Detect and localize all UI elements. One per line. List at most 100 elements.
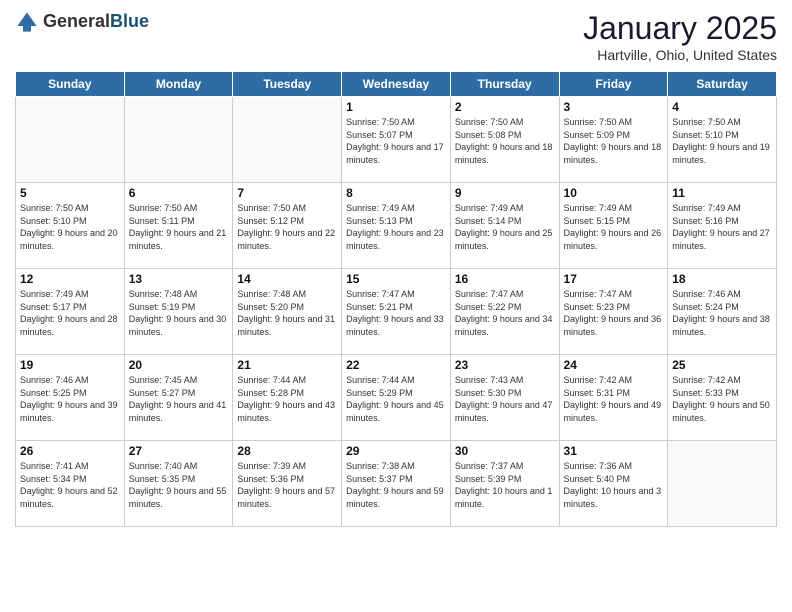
day-number: 15 [346,272,446,286]
day-number: 30 [455,444,555,458]
day-number: 20 [129,358,229,372]
cal-cell: 7Sunrise: 7:50 AM Sunset: 5:12 PM Daylig… [233,183,342,269]
cell-info: Sunrise: 7:50 AM Sunset: 5:11 PM Dayligh… [129,202,229,252]
title-block: January 2025 Hartville, Ohio, United Sta… [583,10,777,63]
cal-cell: 18 Sunrise: 7:46 AM Sunset: 5:24 PM Dayli… [668,269,777,355]
cal-cell: 14 Sunrise: 7:48 AM Sunset: 5:20 PM Dayli… [233,269,342,355]
cal-cell: 13 Sunrise: 7:48 AM Sunset: 5:19 PM Dayli… [124,269,233,355]
day-header-saturday: Saturday [668,72,777,97]
cell-info: Sunrise: 7:44 AM Sunset: 5:28 PM Dayligh… [237,374,337,424]
day-number: 17 [564,272,664,286]
cell-info: Sunrise: 7:49 AM Sunset: 5:14 PM Dayligh… [455,202,555,252]
day-number: 19 [20,358,120,372]
cal-cell: 26 Sunrise: 7:41 AM Sunset: 5:34 PM Dayli… [16,441,125,527]
cell-info: Sunrise: 7:49 AM Sunset: 5:13 PM Dayligh… [346,202,446,252]
cell-info: Sunrise: 7:50 AM Sunset: 5:10 PM Dayligh… [672,116,772,166]
day-number: 11 [672,186,772,200]
day-number: 22 [346,358,446,372]
cell-info: Sunrise: 7:46 AM Sunset: 5:24 PM Dayligh… [672,288,772,338]
logo-blue: Blue [110,12,149,32]
day-number: 27 [129,444,229,458]
cal-cell [233,97,342,183]
day-number: 9 [455,186,555,200]
cal-cell: 1Sunrise: 7:50 AM Sunset: 5:07 PM Daylig… [342,97,451,183]
day-header-wednesday: Wednesday [342,72,451,97]
calendar-table: SundayMondayTuesdayWednesdayThursdayFrid… [15,71,777,527]
day-number: 31 [564,444,664,458]
day-number: 3 [564,100,664,114]
calendar-week-3: 12 Sunrise: 7:49 AM Sunset: 5:17 PM Dayli… [16,269,777,355]
day-number: 29 [346,444,446,458]
cell-info: Sunrise: 7:39 AM Sunset: 5:36 PM Dayligh… [237,460,337,510]
cal-cell: 2 Sunrise: 7:50 AM Sunset: 5:08 PM Daylig… [450,97,559,183]
cell-info: Sunrise: 7:47 AM Sunset: 5:21 PM Dayligh… [346,288,446,338]
cell-info: Sunrise: 7:40 AM Sunset: 5:35 PM Dayligh… [129,460,229,510]
cal-cell: 19Sunrise: 7:46 AM Sunset: 5:25 PM Dayli… [16,355,125,441]
cell-info: Sunrise: 7:44 AM Sunset: 5:29 PM Dayligh… [346,374,446,424]
cal-cell: 16Sunrise: 7:47 AM Sunset: 5:22 PM Dayli… [450,269,559,355]
cal-cell: 5Sunrise: 7:50 AM Sunset: 5:10 PM Daylig… [16,183,125,269]
day-number: 2 [455,100,555,114]
day-number: 6 [129,186,229,200]
day-number: 18 [672,272,772,286]
day-header-monday: Monday [124,72,233,97]
cell-info: Sunrise: 7:37 AM Sunset: 5:39 PM Dayligh… [455,460,555,510]
day-number: 8 [346,186,446,200]
cell-info: Sunrise: 7:38 AM Sunset: 5:37 PM Dayligh… [346,460,446,510]
cell-info: Sunrise: 7:50 AM Sunset: 5:10 PM Dayligh… [20,202,120,252]
cell-info: Sunrise: 7:48 AM Sunset: 5:19 PM Dayligh… [129,288,229,338]
cal-cell: 17Sunrise: 7:47 AM Sunset: 5:23 PM Dayli… [559,269,668,355]
cell-info: Sunrise: 7:45 AM Sunset: 5:27 PM Dayligh… [129,374,229,424]
logo: GeneralBlue [15,10,149,34]
logo-general: General [43,12,110,32]
cal-cell: 21 Sunrise: 7:44 AM Sunset: 5:28 PM Dayli… [233,355,342,441]
day-number: 23 [455,358,555,372]
day-number: 28 [237,444,337,458]
cal-cell: 15 Sunrise: 7:47 AM Sunset: 5:21 PM Dayli… [342,269,451,355]
cal-cell: 8 Sunrise: 7:49 AM Sunset: 5:13 PM Daylig… [342,183,451,269]
logo-icon [15,10,39,34]
cell-info: Sunrise: 7:48 AM Sunset: 5:20 PM Dayligh… [237,288,337,338]
cal-cell: 27 Sunrise: 7:40 AM Sunset: 5:35 PM Dayli… [124,441,233,527]
cell-info: Sunrise: 7:50 AM Sunset: 5:09 PM Dayligh… [564,116,664,166]
cell-info: Sunrise: 7:50 AM Sunset: 5:08 PM Dayligh… [455,116,555,166]
calendar-week-5: 26 Sunrise: 7:41 AM Sunset: 5:34 PM Dayli… [16,441,777,527]
cal-cell: 11 Sunrise: 7:49 AM Sunset: 5:16 PM Dayli… [668,183,777,269]
day-number: 26 [20,444,120,458]
calendar-week-2: 5Sunrise: 7:50 AM Sunset: 5:10 PM Daylig… [16,183,777,269]
cell-info: Sunrise: 7:49 AM Sunset: 5:15 PM Dayligh… [564,202,664,252]
day-header-sunday: Sunday [16,72,125,97]
cell-info: Sunrise: 7:50 AM Sunset: 5:07 PM Dayligh… [346,116,446,166]
cal-cell: 20 Sunrise: 7:45 AM Sunset: 5:27 PM Dayli… [124,355,233,441]
day-number: 24 [564,358,664,372]
day-number: 16 [455,272,555,286]
day-number: 4 [672,100,772,114]
cal-cell [16,97,125,183]
cal-cell: 4 Sunrise: 7:50 AM Sunset: 5:10 PM Daylig… [668,97,777,183]
cal-cell: 10 Sunrise: 7:49 AM Sunset: 5:15 PM Dayli… [559,183,668,269]
cell-info: Sunrise: 7:43 AM Sunset: 5:30 PM Dayligh… [455,374,555,424]
cell-info: Sunrise: 7:41 AM Sunset: 5:34 PM Dayligh… [20,460,120,510]
cell-info: Sunrise: 7:49 AM Sunset: 5:16 PM Dayligh… [672,202,772,252]
cal-cell: 12 Sunrise: 7:49 AM Sunset: 5:17 PM Dayli… [16,269,125,355]
day-number: 21 [237,358,337,372]
cell-info: Sunrise: 7:49 AM Sunset: 5:17 PM Dayligh… [20,288,120,338]
cal-cell: 22 Sunrise: 7:44 AM Sunset: 5:29 PM Dayli… [342,355,451,441]
header: GeneralBlue January 2025 Hartville, Ohio… [15,10,777,63]
cal-cell: 3 Sunrise: 7:50 AM Sunset: 5:09 PM Daylig… [559,97,668,183]
days-header-row: SundayMondayTuesdayWednesdayThursdayFrid… [16,72,777,97]
calendar-week-4: 19Sunrise: 7:46 AM Sunset: 5:25 PM Dayli… [16,355,777,441]
cal-cell [124,97,233,183]
cell-info: Sunrise: 7:42 AM Sunset: 5:33 PM Dayligh… [672,374,772,424]
day-number: 12 [20,272,120,286]
cell-info: Sunrise: 7:36 AM Sunset: 5:40 PM Dayligh… [564,460,664,510]
day-number: 13 [129,272,229,286]
location-subtitle: Hartville, Ohio, United States [583,47,777,63]
calendar-week-1: 1Sunrise: 7:50 AM Sunset: 5:07 PM Daylig… [16,97,777,183]
day-number: 10 [564,186,664,200]
cal-cell: 9 Sunrise: 7:49 AM Sunset: 5:14 PM Daylig… [450,183,559,269]
cell-info: Sunrise: 7:50 AM Sunset: 5:12 PM Dayligh… [237,202,337,252]
day-header-friday: Friday [559,72,668,97]
day-number: 14 [237,272,337,286]
cal-cell [668,441,777,527]
